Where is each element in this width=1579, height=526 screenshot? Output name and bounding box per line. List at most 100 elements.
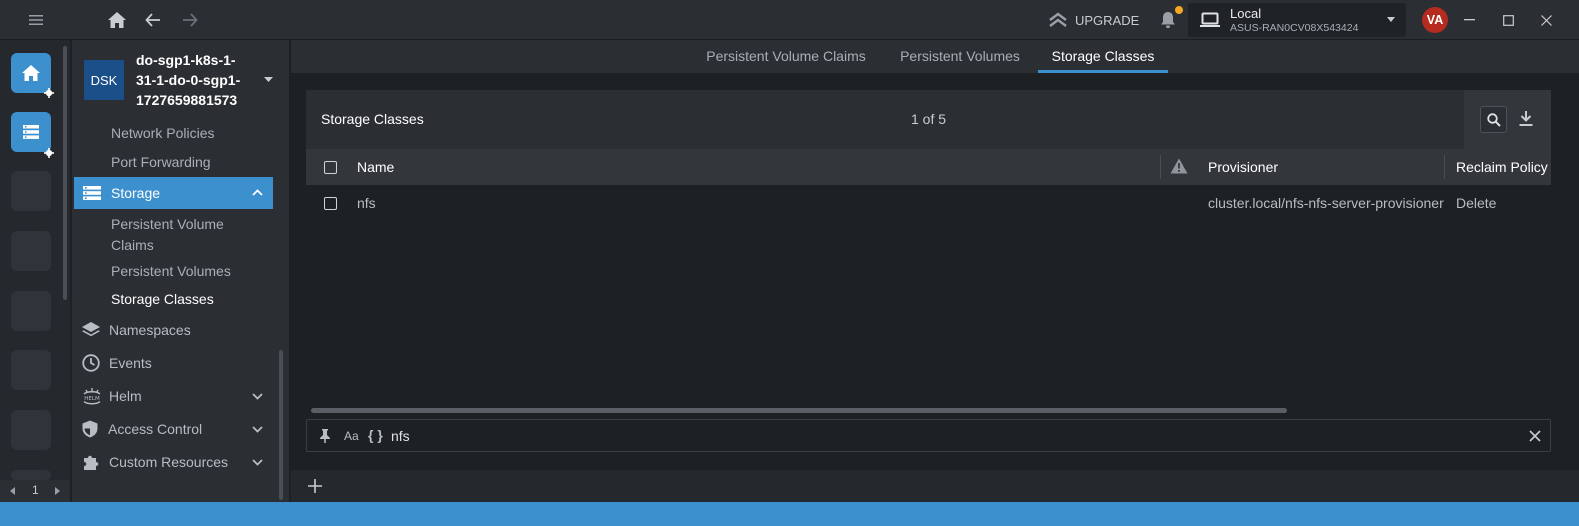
sidebar-item-custom-resources[interactable]: Custom Resources: [82, 448, 282, 476]
column-header-provisioner[interactable]: Provisioner: [1208, 159, 1278, 175]
cell-reclaim-policy: Delete: [1456, 195, 1497, 211]
upgrade-label: UPGRADE: [1075, 12, 1140, 28]
back-arrow-icon[interactable]: [141, 8, 165, 32]
download-icon[interactable]: [1518, 109, 1534, 129]
sidebar-scrollbar[interactable]: [279, 350, 283, 500]
sidebar: DSK do-sgp1-k8s-1- 31-1-do-0-sgp1- 17276…: [72, 40, 289, 502]
column-header-name[interactable]: Name: [357, 159, 394, 175]
sidebar-item-label: Persistent Volume: [111, 216, 224, 232]
svg-text:HELM: HELM: [84, 396, 100, 402]
hotbar-empty-slot[interactable]: [11, 470, 51, 480]
cluster-selector[interactable]: Local ASUS-RAN0CV08X543424: [1188, 3, 1406, 37]
hotbar-empty-slot[interactable]: [11, 410, 51, 450]
sidebar-item-label: Namespaces: [109, 322, 191, 338]
column-divider[interactable]: [1160, 155, 1161, 179]
hotbar-empty-slot[interactable]: [11, 291, 51, 331]
dock-bar: [291, 470, 1579, 502]
forward-arrow-icon[interactable]: [178, 8, 202, 32]
tab-persistent-volume-claims[interactable]: Persistent Volume Claims: [689, 40, 883, 73]
sidebar-item-label: Custom Resources: [109, 454, 229, 470]
panel-actions: [1464, 90, 1551, 149]
panel-header: Storage Classes 1 of 5: [306, 90, 1551, 149]
hotbar-scrollbar[interactable]: [63, 46, 67, 300]
close-window-icon[interactable]: [1538, 12, 1554, 28]
sidebar-item-storage-classes[interactable]: Storage Classes: [111, 291, 214, 307]
table-header: Name Provisioner Reclaim Policy: [306, 149, 1551, 185]
hotbar-empty-slot[interactable]: [11, 171, 51, 211]
sidebar-item-helm[interactable]: HELM Helm: [82, 382, 282, 410]
match-case-icon[interactable]: Aa: [344, 429, 359, 443]
sidebar-item-network-policies[interactable]: Network Policies: [111, 125, 214, 141]
cell-name: nfs: [357, 195, 376, 211]
cluster-badge: DSK: [84, 60, 124, 100]
hotbar-page-number: 1: [32, 483, 39, 497]
add-icon[interactable]: [308, 479, 322, 493]
menu-icon[interactable]: [24, 8, 48, 32]
sidebar-item-label: Helm: [109, 388, 142, 404]
home-icon[interactable]: [105, 8, 129, 32]
cluster-title-line: 31-1-do-0-sgp1-: [136, 72, 241, 88]
sidebar-item-port-forwarding[interactable]: Port Forwarding: [111, 154, 211, 170]
table-row[interactable]: nfs cluster.local/nfs-nfs-server-provisi…: [306, 185, 1551, 221]
search-button[interactable]: [1480, 106, 1507, 133]
storage-icon: [83, 186, 101, 200]
select-all-checkbox[interactable]: [324, 161, 337, 174]
cluster-title-line: do-sgp1-k8s-1-: [136, 52, 236, 68]
sidebar-item-label: Storage: [111, 185, 161, 201]
chevron-down-icon: [252, 426, 263, 433]
cluster-title-line: 1727659881573: [136, 92, 238, 108]
column-header-reclaim-policy[interactable]: Reclaim Policy: [1456, 159, 1548, 175]
sidebar-item-persistent-volume-claims[interactable]: Persistent Volume Claims: [111, 214, 224, 256]
pin-icon[interactable]: [319, 429, 331, 443]
hotbar: 1: [0, 40, 70, 502]
hotbar-home-tile[interactable]: [11, 53, 51, 93]
regex-braces-icon[interactable]: { }: [368, 427, 383, 443]
sidebar-item-events[interactable]: Events: [82, 349, 282, 377]
laptop-icon: [1200, 12, 1220, 28]
search-input[interactable]: [391, 426, 1491, 446]
caret-down-icon: [1386, 17, 1396, 23]
sidebar-item-persistent-volumes[interactable]: Persistent Volumes: [111, 263, 231, 279]
cluster-name: Local: [1230, 6, 1262, 21]
hotbar-empty-slot[interactable]: [11, 231, 51, 271]
cluster-title[interactable]: do-sgp1-k8s-1- 31-1-do-0-sgp1- 172765988…: [136, 50, 266, 110]
tab-storage-classes[interactable]: Storage Classes: [1038, 40, 1168, 73]
caret-down-icon[interactable]: [264, 77, 273, 82]
upgrade-chevrons-icon: [1048, 11, 1068, 29]
chevron-down-icon: [252, 459, 263, 466]
sidebar-item-namespaces[interactable]: Namespaces: [82, 316, 282, 344]
row-checkbox[interactable]: [324, 197, 337, 210]
hotbar-empty-slot[interactable]: [11, 350, 51, 390]
hotbar-cluster-tile[interactable]: [11, 112, 51, 152]
shield-icon: [82, 420, 98, 438]
upgrade-button[interactable]: UPGRADE: [1048, 10, 1139, 30]
sidebar-item-access-control[interactable]: Access Control: [82, 415, 282, 443]
gear-icon: [44, 88, 54, 98]
storage-classes-panel: Storage Classes 1 of 5 Name Provisioner …: [306, 90, 1551, 455]
sidebar-item-label: Claims: [111, 237, 154, 253]
warning-icon: [1170, 158, 1188, 174]
title-bar: UPGRADE Local ASUS-RAN0CV08X543424 VA: [0, 0, 1579, 40]
column-divider[interactable]: [1444, 155, 1445, 179]
notification-dot: [1175, 6, 1183, 14]
horizontal-scrollbar[interactable]: [311, 408, 1287, 413]
sidebar-item-label: Access Control: [108, 421, 203, 437]
bell-icon[interactable]: [1158, 10, 1178, 30]
clear-search-icon[interactable]: [1529, 430, 1541, 442]
chevron-down-icon: [252, 393, 263, 400]
minimize-icon[interactable]: [1461, 12, 1477, 28]
sidebar-item-storage[interactable]: Storage: [74, 177, 273, 209]
tab-bar: Persistent Volume Claims Persistent Volu…: [291, 40, 1579, 73]
sidebar-item-label: Events: [109, 355, 152, 371]
puzzle-icon: [82, 453, 100, 471]
cluster-host: ASUS-RAN0CV08X543424: [1230, 22, 1359, 34]
avatar[interactable]: VA: [1422, 7, 1448, 33]
panel-title: Storage Classes: [321, 111, 424, 127]
hotbar-pager: 1: [0, 480, 70, 502]
tab-persistent-volumes[interactable]: Persistent Volumes: [889, 40, 1031, 73]
caret-right-icon[interactable]: [55, 487, 61, 495]
caret-left-icon[interactable]: [10, 487, 16, 495]
maximize-icon[interactable]: [1500, 12, 1516, 28]
layers-icon: [82, 322, 100, 338]
gear-icon: [44, 148, 54, 158]
